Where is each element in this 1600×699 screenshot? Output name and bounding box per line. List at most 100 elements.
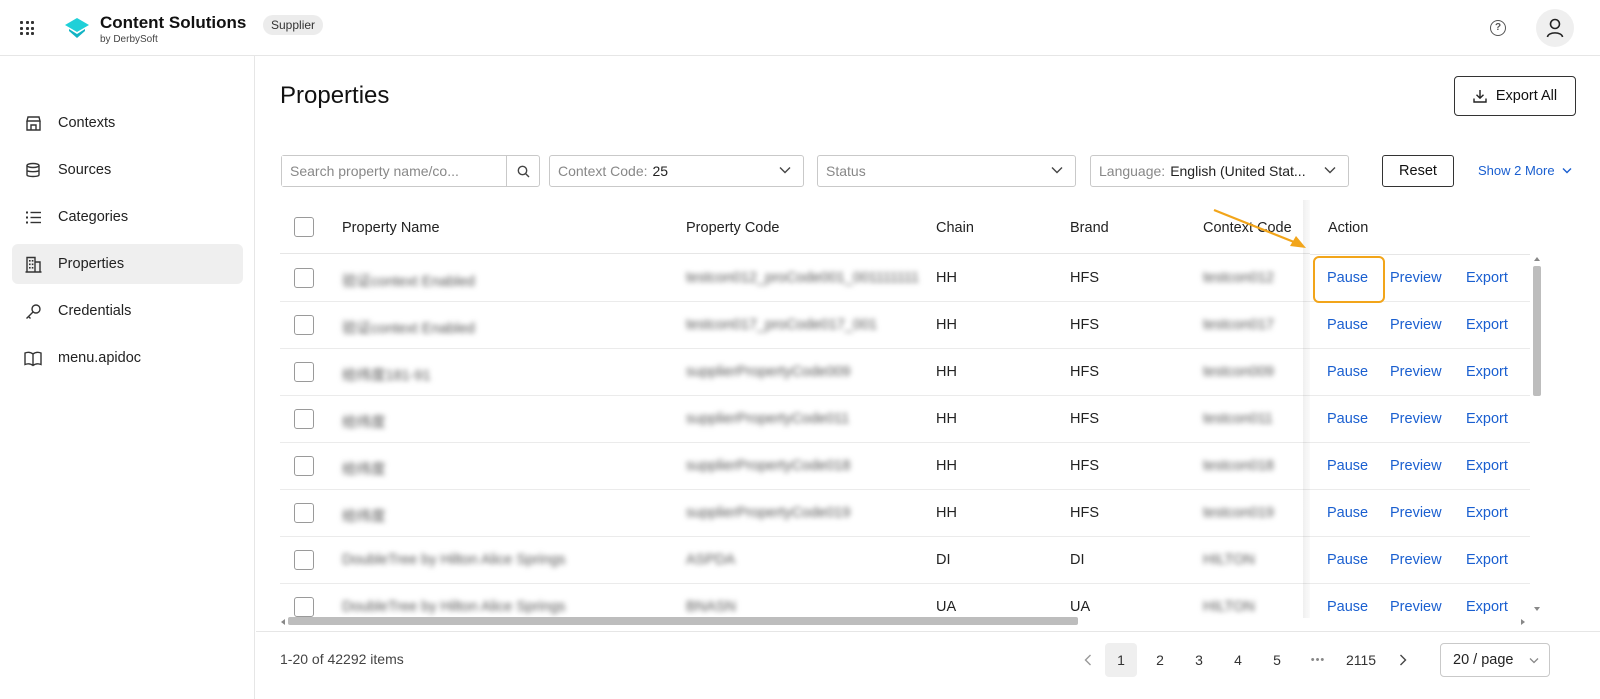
- page-5[interactable]: 5: [1261, 643, 1293, 677]
- chevron-left-icon: [1084, 654, 1091, 666]
- pause-button[interactable]: Pause: [1327, 317, 1368, 333]
- search-input[interactable]: [282, 156, 506, 186]
- reset-button[interactable]: Reset: [1382, 155, 1454, 187]
- row-checkbox[interactable]: [294, 315, 314, 335]
- status-select[interactable]: Status: [817, 155, 1076, 187]
- export-button[interactable]: Export: [1466, 411, 1508, 427]
- pause-button[interactable]: Pause: [1327, 552, 1368, 568]
- col-property-name[interactable]: Property Name: [342, 220, 440, 236]
- cell-brand: DI: [1070, 552, 1085, 568]
- preview-button[interactable]: Preview: [1390, 364, 1442, 380]
- sidebar-item-label: menu.apidoc: [58, 350, 142, 366]
- row-checkbox[interactable]: [294, 362, 314, 382]
- export-button[interactable]: Export: [1466, 599, 1508, 615]
- database-icon: [24, 161, 42, 179]
- action-row: Pause Preview Export: [1310, 302, 1530, 349]
- export-button[interactable]: Export: [1466, 364, 1508, 380]
- cell-property-name: 给纬度: [342, 509, 386, 525]
- sidebar-item-categories[interactable]: Categories: [12, 197, 243, 237]
- show-more-link[interactable]: Show 2 More: [1478, 163, 1572, 178]
- sidebar-item-sources[interactable]: Sources: [12, 150, 243, 190]
- download-icon: [1473, 90, 1487, 103]
- chevron-down-icon: [1324, 167, 1336, 174]
- row-checkbox[interactable]: [294, 456, 314, 476]
- cell-property-name: 给纬度: [342, 462, 386, 478]
- pause-button[interactable]: Pause: [1327, 411, 1368, 427]
- page-2[interactable]: 2: [1144, 643, 1176, 677]
- horizontal-scrollbar[interactable]: [280, 616, 1528, 626]
- cell-chain: HH: [936, 458, 957, 474]
- pause-button[interactable]: Pause: [1327, 458, 1368, 474]
- cell-brand: UA: [1070, 599, 1091, 615]
- row-checkbox[interactable]: [294, 550, 314, 570]
- user-avatar[interactable]: [1536, 9, 1574, 47]
- page-ellipsis[interactable]: •••: [1300, 643, 1336, 677]
- export-button[interactable]: Export: [1466, 505, 1508, 521]
- row-checkbox[interactable]: [294, 268, 314, 288]
- export-all-label: Export All: [1495, 88, 1558, 104]
- cell-context-code: testcon011: [1203, 411, 1273, 427]
- cell-chain: HH: [936, 411, 957, 427]
- cell-context-code: testcon012: [1203, 270, 1274, 286]
- prev-page-button[interactable]: [1078, 643, 1098, 677]
- help-icon[interactable]: ?: [1490, 20, 1506, 36]
- page-size-select[interactable]: 20 / page: [1440, 643, 1550, 677]
- page-title: Properties: [280, 82, 390, 109]
- export-button[interactable]: Export: [1466, 552, 1508, 568]
- page-3[interactable]: 3: [1183, 643, 1215, 677]
- row-checkbox[interactable]: [294, 409, 314, 429]
- sidebar-item-apidoc[interactable]: menu.apidoc: [12, 338, 243, 378]
- row-checkbox[interactable]: [294, 597, 314, 617]
- sidebar-item-properties[interactable]: Properties: [12, 244, 243, 284]
- action-row: Pause Preview Export: [1310, 396, 1530, 443]
- action-row: Pause Preview Export: [1310, 537, 1530, 584]
- export-button[interactable]: Export: [1466, 317, 1508, 333]
- sidebar-item-contexts[interactable]: Contexts: [12, 103, 243, 143]
- annotation-arrow: [1213, 208, 1306, 248]
- preview-button[interactable]: Preview: [1390, 317, 1442, 333]
- col-property-code[interactable]: Property Code: [686, 220, 780, 236]
- pause-button[interactable]: Pause: [1327, 599, 1368, 615]
- horizontal-scroll-thumb[interactable]: [288, 617, 1078, 625]
- page-last[interactable]: 2115: [1342, 643, 1380, 677]
- row-checkbox[interactable]: [294, 503, 314, 523]
- col-brand[interactable]: Brand: [1070, 220, 1109, 236]
- cell-property-code: supplierPropertyCode018: [686, 458, 851, 474]
- preview-button[interactable]: Preview: [1390, 552, 1442, 568]
- cell-property-code: testcon017_proCode017_001: [686, 317, 878, 333]
- cell-context-code: HILTON: [1203, 552, 1255, 568]
- col-chain[interactable]: Chain: [936, 220, 974, 236]
- page-size-value: 20 / page: [1453, 652, 1514, 668]
- search-button[interactable]: [506, 156, 539, 186]
- search-box: [281, 155, 540, 187]
- pause-button[interactable]: Pause: [1327, 364, 1368, 380]
- preview-button[interactable]: Preview: [1390, 599, 1442, 615]
- next-page-button[interactable]: [1393, 643, 1413, 677]
- context-code-select[interactable]: Context Code: 25: [549, 155, 804, 187]
- top-bar: Content Solutions by DerbySoft Supplier …: [0, 0, 1600, 56]
- app-launcher-icon[interactable]: [20, 21, 34, 35]
- cell-property-code: supplierPropertyCode019: [686, 505, 851, 521]
- preview-button[interactable]: Preview: [1390, 505, 1442, 521]
- pause-button[interactable]: Pause: [1327, 505, 1368, 521]
- cell-context-code: testcon018: [1203, 458, 1274, 474]
- brand-subtitle: by DerbySoft: [100, 34, 158, 45]
- preview-button[interactable]: Preview: [1390, 270, 1442, 286]
- vertical-scrollbar[interactable]: [1532, 256, 1542, 618]
- content-solutions-logo: [65, 18, 89, 38]
- vertical-scroll-thumb[interactable]: [1533, 266, 1541, 396]
- language-select[interactable]: Language: English (United Stat...: [1090, 155, 1349, 187]
- export-all-button[interactable]: Export All: [1454, 76, 1576, 116]
- export-button[interactable]: Export: [1466, 270, 1508, 286]
- building-icon: [24, 255, 42, 273]
- sidebar-item-credentials[interactable]: Credentials: [12, 291, 243, 331]
- context-code-value: 25: [652, 163, 669, 179]
- select-all-checkbox[interactable]: [294, 217, 314, 237]
- page-1[interactable]: 1: [1105, 643, 1137, 677]
- page-4[interactable]: 4: [1222, 643, 1254, 677]
- preview-button[interactable]: Preview: [1390, 411, 1442, 427]
- preview-button[interactable]: Preview: [1390, 458, 1442, 474]
- cell-context-code: HILTON: [1203, 599, 1255, 615]
- export-button[interactable]: Export: [1466, 458, 1508, 474]
- cell-brand: HFS: [1070, 505, 1099, 521]
